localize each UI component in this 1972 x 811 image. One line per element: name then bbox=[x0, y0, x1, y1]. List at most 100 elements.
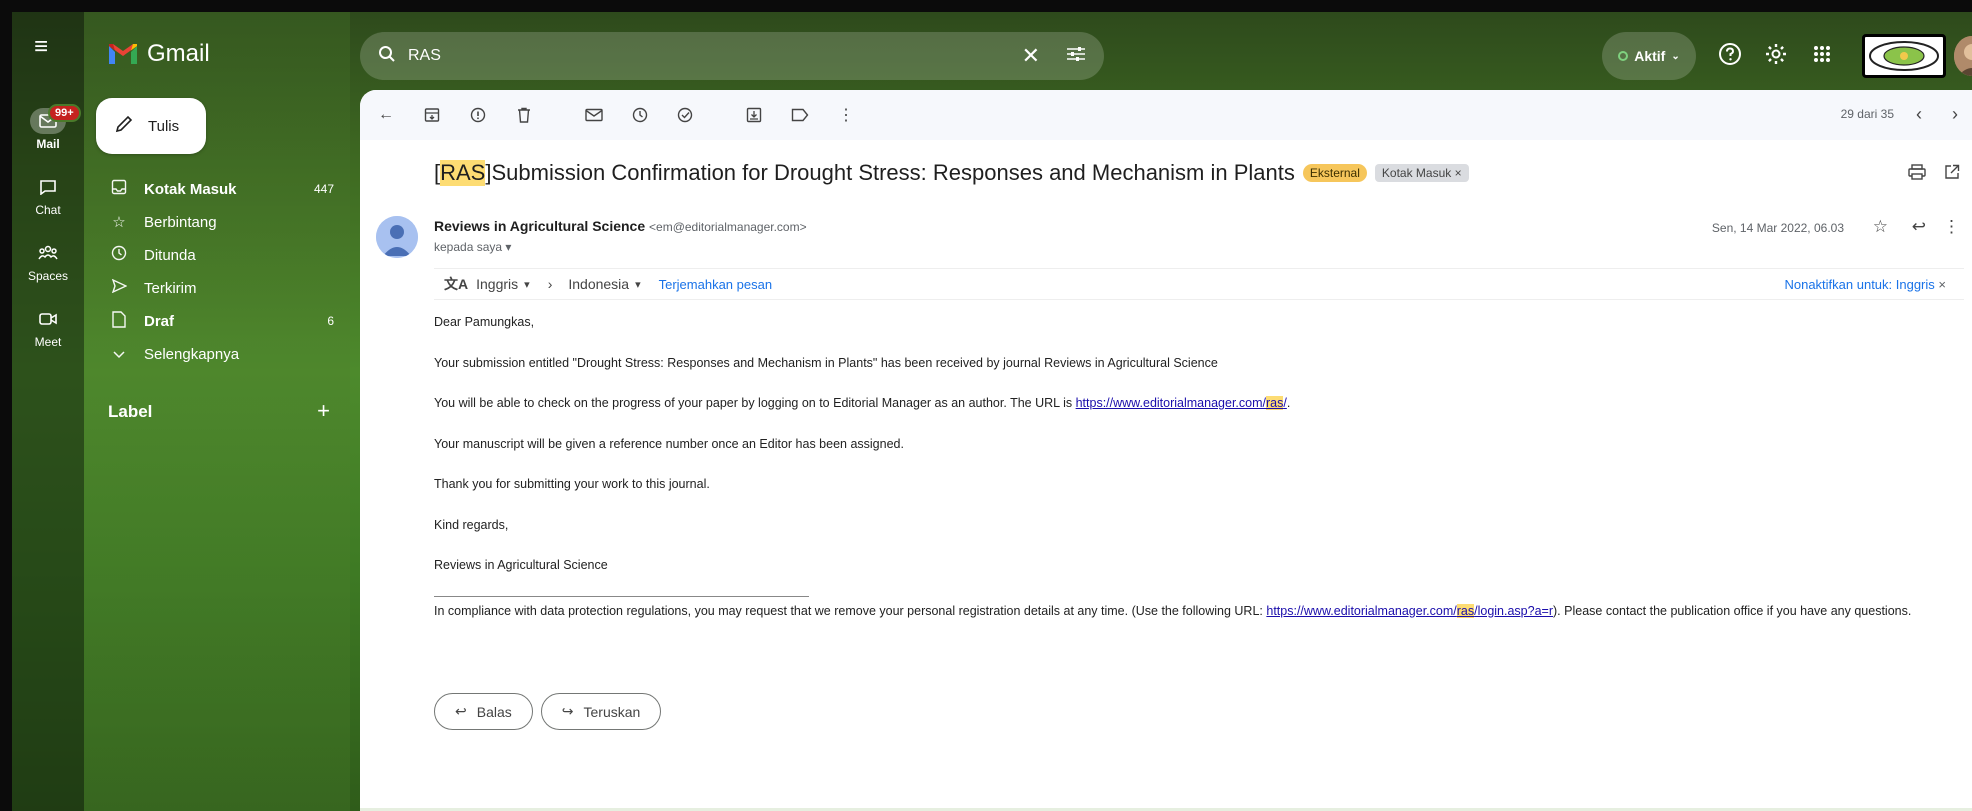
add-label-icon[interactable]: + bbox=[317, 400, 330, 422]
subject-search-highlight: RAS bbox=[440, 160, 486, 186]
next-icon[interactable]: › bbox=[1952, 104, 1958, 125]
meet-icon bbox=[30, 306, 66, 332]
rail-item-spaces[interactable]: Spaces bbox=[12, 240, 84, 283]
remove-label-icon[interactable]: × bbox=[1455, 166, 1462, 180]
reply-button[interactable]: ↩ Balas bbox=[434, 693, 533, 730]
snooze-icon[interactable] bbox=[630, 105, 650, 125]
account-avatar[interactable] bbox=[1954, 36, 1972, 76]
print-icon[interactable] bbox=[1908, 164, 1926, 185]
sidebar-item-drafts[interactable]: Draf 6 bbox=[108, 306, 342, 336]
open-new-window-icon[interactable] bbox=[1944, 164, 1960, 185]
subject-text: Submission Confirmation for Drought Stre… bbox=[491, 160, 1295, 185]
translate-message-link[interactable]: Terjemahkan pesan bbox=[659, 277, 772, 292]
archive-icon[interactable] bbox=[422, 105, 442, 125]
link-text: /login.asp?a=r bbox=[1474, 603, 1554, 618]
sidebar-item-starred[interactable]: ☆ Berbintang bbox=[108, 207, 342, 237]
body-paragraph: Your manuscript will be given a referenc… bbox=[434, 436, 904, 451]
clear-search-icon[interactable]: ✕ bbox=[1022, 43, 1040, 69]
rail-label: Spaces bbox=[27, 269, 69, 283]
search-options-icon[interactable] bbox=[1066, 45, 1086, 68]
search-bar[interactable]: RAS ✕ bbox=[360, 32, 1104, 80]
forward-button[interactable]: ↪ Teruskan bbox=[540, 693, 662, 730]
sidebar-item-snoozed[interactable]: Ditunda bbox=[108, 240, 342, 270]
draft-icon bbox=[108, 310, 130, 332]
label-icon[interactable] bbox=[790, 105, 810, 125]
star-icon[interactable]: ☆ bbox=[1873, 217, 1888, 237]
rail-item-chat[interactable]: Chat bbox=[12, 174, 84, 217]
sidebar-item-inbox[interactable]: Kotak Masuk 447 bbox=[108, 174, 342, 204]
reply-label: Balas bbox=[476, 703, 512, 720]
link-highlight: ras bbox=[1265, 396, 1284, 410]
recipient-line[interactable]: kepada saya ▾ bbox=[434, 240, 511, 254]
folder-label: Berbintang bbox=[144, 213, 217, 231]
disable-translation-link[interactable]: Nonaktifkan untuk: Inggris × bbox=[1784, 277, 1946, 292]
search-input[interactable]: RAS bbox=[408, 47, 1022, 65]
reply-icon[interactable]: ↩ bbox=[1912, 217, 1926, 237]
translate-bar: 文A Inggris ▾ › Indonesia ▾ Terjemahkan p… bbox=[434, 268, 1964, 300]
inbox-label-chip[interactable]: Kotak Masuk × bbox=[1374, 164, 1469, 182]
sender-line: Reviews in Agricultural Science <em@edit… bbox=[434, 218, 807, 234]
chevron-right-icon: › bbox=[547, 276, 553, 292]
organization-logo[interactable] bbox=[1862, 34, 1946, 78]
compose-button[interactable]: Tulis bbox=[96, 98, 206, 154]
close-icon[interactable]: × bbox=[1938, 277, 1946, 292]
help-icon[interactable] bbox=[1718, 42, 1742, 66]
link-text: https://www.editorialmanager.com/ bbox=[1075, 396, 1266, 410]
body-signature: Reviews in Agricultural Science bbox=[434, 558, 608, 572]
delete-icon[interactable] bbox=[514, 105, 534, 125]
sender-name[interactable]: Reviews in Agricultural Science bbox=[434, 218, 645, 234]
star-icon: ☆ bbox=[112, 214, 126, 231]
spaces-icon bbox=[30, 240, 66, 266]
translate-icon: 文A bbox=[444, 276, 469, 292]
mark-unread-icon[interactable] bbox=[584, 105, 604, 125]
body-paragraph: Kind regards, bbox=[434, 517, 509, 532]
add-task-icon[interactable] bbox=[676, 105, 696, 125]
caret-down-icon: ▾ bbox=[505, 240, 512, 254]
gmail-m-icon bbox=[109, 44, 137, 64]
sender-avatar[interactable] bbox=[376, 216, 418, 258]
main-menu-icon[interactable]: ≡ bbox=[34, 35, 58, 59]
send-icon bbox=[108, 278, 130, 297]
body-paragraph: Your submission entitled "Drought Stress… bbox=[434, 355, 1218, 370]
previous-icon[interactable]: ‹ bbox=[1916, 104, 1922, 125]
folder-count: 6 bbox=[327, 314, 334, 328]
source-language[interactable]: Inggris bbox=[476, 276, 518, 292]
rail-item-mail[interactable]: 99+ Mail bbox=[12, 104, 84, 151]
clock-icon bbox=[108, 245, 130, 265]
rail-label: Chat bbox=[35, 203, 61, 217]
link-text: https://www.editorialmanager.com/ bbox=[1266, 603, 1457, 618]
sidebar-item-sent[interactable]: Terkirim bbox=[108, 273, 342, 303]
disable-translation-label: Nonaktifkan untuk: Inggris bbox=[1784, 276, 1935, 292]
rail-item-meet[interactable]: Meet bbox=[12, 306, 84, 349]
sidebar-item-more[interactable]: Selengkapnya bbox=[108, 339, 342, 369]
mail-badge: 99+ bbox=[48, 104, 81, 122]
back-arrow-icon[interactable]: ← bbox=[376, 105, 396, 125]
sender-email: <em@editorialmanager.com> bbox=[649, 220, 807, 234]
search-icon[interactable] bbox=[378, 45, 396, 68]
more-vert-icon[interactable]: ⋮ bbox=[1943, 217, 1960, 237]
chat-icon bbox=[30, 174, 66, 200]
body-text: You will be able to check on the progres… bbox=[434, 396, 1076, 410]
body-greeting: Dear Pamungkas, bbox=[434, 315, 535, 329]
forward-icon: ↪ bbox=[561, 703, 574, 719]
more-vert-icon[interactable]: ⋮ bbox=[836, 105, 856, 125]
move-to-icon[interactable] bbox=[744, 105, 764, 125]
login-link[interactable]: https://www.editorialmanager.com/ras/log… bbox=[1266, 603, 1554, 618]
gear-icon[interactable] bbox=[1764, 42, 1788, 66]
editorial-manager-link[interactable]: https://www.editorialmanager.com/ras/ bbox=[1076, 396, 1287, 410]
report-spam-icon[interactable] bbox=[468, 105, 488, 125]
signature-divider bbox=[434, 595, 809, 597]
chevron-down-icon bbox=[108, 346, 130, 363]
status-button[interactable]: Aktif ⌄ bbox=[1602, 32, 1696, 80]
link-highlight: ras bbox=[1456, 603, 1475, 618]
folder-label: Terkirim bbox=[144, 279, 197, 297]
target-language[interactable]: Indonesia bbox=[568, 276, 629, 292]
body-paragraph: Thank you for submitting your work to th… bbox=[434, 477, 710, 491]
apps-grid-icon[interactable] bbox=[1810, 42, 1834, 66]
message-toolbar: ← ⋮ 29 dari 35 ‹ › bbox=[360, 90, 1972, 140]
gmail-logo[interactable]: Gmail bbox=[107, 40, 210, 68]
message-actions: ↩ Balas ↪ Teruskan bbox=[434, 693, 662, 730]
reply-icon: ↩ bbox=[455, 703, 467, 719]
labels-section: Label + bbox=[108, 400, 342, 422]
app-name: Gmail bbox=[147, 40, 210, 67]
